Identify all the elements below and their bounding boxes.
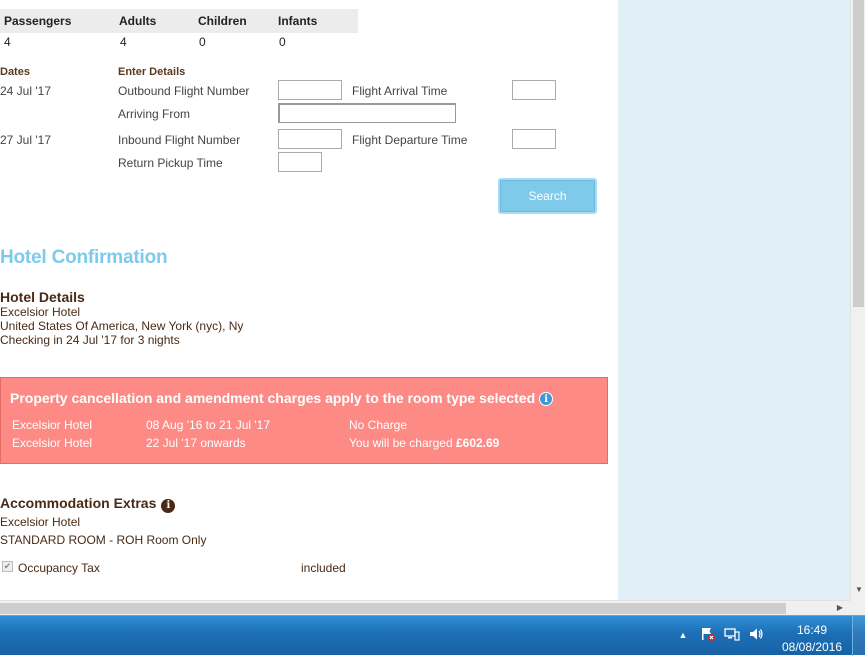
return-pickup-input[interactable] — [278, 152, 322, 172]
vertical-scrollbar[interactable]: ▼ — [850, 0, 865, 600]
vertical-scroll-thumb[interactable] — [853, 0, 864, 307]
clock-time[interactable]: 16:49 — [772, 623, 852, 637]
hotel-confirmation-title: Hotel Confirmation — [0, 247, 168, 268]
inbound-flight-label: Inbound Flight Number — [118, 133, 241, 147]
clock-date[interactable]: 08/08/2016 — [772, 640, 852, 654]
inbound-date: 27 Jul '17 — [0, 133, 51, 147]
show-hidden-icons-icon[interactable]: ▲ — [678, 630, 688, 640]
horizontal-scrollbar[interactable]: ▶ — [0, 600, 850, 615]
cancel-row-1-dates: 08 Aug '16 to 21 Jul '17 — [146, 418, 271, 432]
scroll-right-arrow-icon[interactable]: ▶ — [834, 602, 846, 614]
return-pickup-label: Return Pickup Time — [118, 156, 223, 170]
checking-in-info: Checking in 24 Jul '17 for 3 nights — [0, 333, 180, 347]
volume-icon[interactable] — [748, 626, 764, 642]
passengers-table-header: Passengers Adults Children Infants — [0, 9, 358, 33]
info-icon[interactable]: i — [539, 392, 554, 406]
adults-header: Adults — [119, 14, 157, 28]
occupancy-tax-label: Occupancy Tax — [18, 561, 100, 575]
passengers-value: 4 — [4, 35, 11, 49]
cancellation-title-text: Property cancellation and amendment char… — [10, 390, 536, 406]
cancel-row-1-charge: No Charge — [349, 418, 408, 432]
occupancy-tax-checkbox[interactable]: ✔ — [2, 561, 13, 572]
cancel-row-2-charge: You will be charged £602.69 — [349, 436, 499, 450]
cancel-row-2-dates: 22 Jul '17 onwards — [146, 436, 246, 450]
charge-prefix: You will be charged — [349, 436, 456, 450]
side-panel — [618, 0, 850, 600]
hotel-location: United States Of America, New York (nyc)… — [0, 319, 244, 333]
cancellation-charges-box: Property cancellation and amendment char… — [0, 377, 608, 464]
flight-arrival-input[interactable] — [512, 80, 556, 100]
flight-departure-input[interactable] — [512, 129, 556, 149]
info-icon[interactable]: i — [161, 499, 176, 513]
charge-amount: £602.69 — [455, 436, 500, 450]
infants-header: Infants — [278, 14, 318, 28]
enter-details-label: Enter Details — [118, 66, 186, 78]
occupancy-tax-value: included — [301, 561, 346, 575]
extras-hotel-name: Excelsior Hotel — [0, 515, 81, 529]
horizontal-scroll-thumb[interactable] — [0, 603, 786, 614]
passengers-header: Passengers — [4, 14, 72, 28]
cancellation-title: Property cancellation and amendment char… — [10, 390, 554, 406]
flight-arrival-label: Flight Arrival Time — [352, 84, 448, 98]
scroll-down-arrow-icon[interactable]: ▼ — [854, 584, 864, 596]
page-viewport: Passengers Adults Children Infants 4 4 0… — [0, 0, 850, 600]
flight-departure-label: Flight Departure Time — [352, 133, 468, 147]
arriving-from-input[interactable] — [278, 103, 456, 123]
accommodation-extras-heading: Accommodation Extras i — [0, 495, 176, 513]
outbound-date: 24 Jul '17 — [0, 84, 51, 98]
network-icon[interactable] — [724, 626, 740, 642]
children-header: Children — [198, 14, 247, 28]
search-button[interactable]: Search — [498, 178, 597, 214]
hotel-name: Excelsior Hotel — [0, 305, 81, 319]
scrollbar-corner — [850, 600, 865, 615]
adults-value: 4 — [120, 35, 127, 49]
outbound-flight-input[interactable] — [278, 80, 342, 100]
dates-label: Dates — [0, 66, 30, 78]
accommodation-extras-title: Accommodation Extras — [0, 495, 157, 511]
cancel-row-1-hotel: Excelsior Hotel — [12, 418, 93, 432]
hotel-details-title: Hotel Details — [0, 289, 85, 305]
outbound-flight-label: Outbound Flight Number — [118, 84, 250, 98]
action-center-flag-icon[interactable] — [700, 626, 716, 642]
show-desktop-button[interactable] — [852, 616, 865, 656]
infants-value: 0 — [279, 35, 286, 49]
windows-taskbar: ▲ 16:49 08/08/2016 — [0, 615, 865, 656]
cancel-row-2-hotel: Excelsior Hotel — [12, 436, 93, 450]
extras-room: STANDARD ROOM - ROH Room Only — [0, 533, 207, 547]
arriving-from-label: Arriving From — [118, 107, 191, 121]
children-value: 0 — [199, 35, 206, 49]
inbound-flight-input[interactable] — [278, 129, 342, 149]
